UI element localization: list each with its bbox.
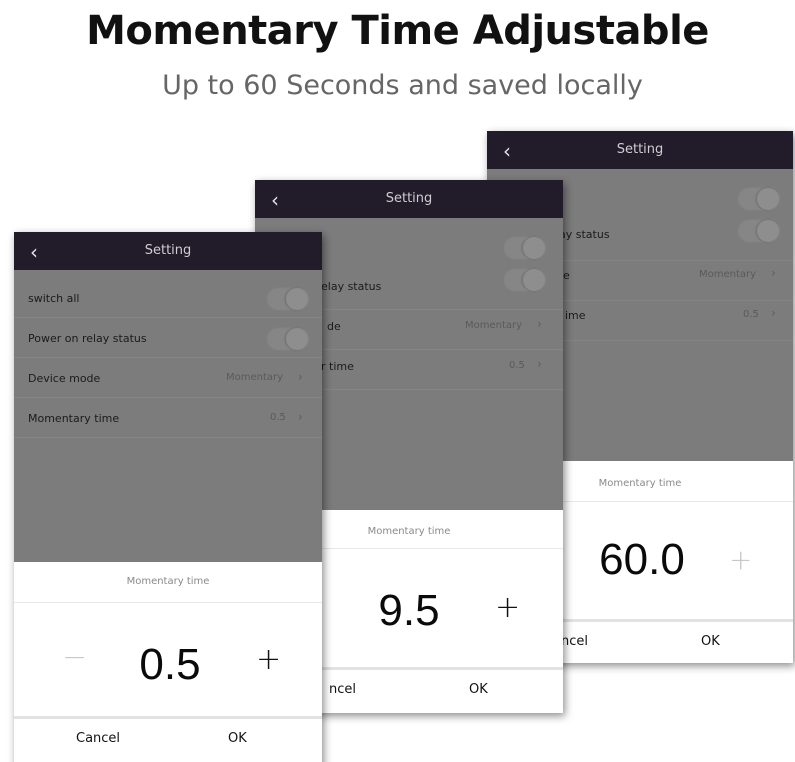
- row-label: ay status: [559, 228, 610, 241]
- minus-icon[interactable]: −: [62, 640, 87, 675]
- switch-all-toggle[interactable]: [503, 236, 547, 260]
- toggle-knob: [523, 269, 545, 291]
- relay-status-toggle[interactable]: [266, 327, 310, 351]
- row-label: switch all: [28, 292, 80, 305]
- switch-all-toggle[interactable]: [737, 187, 781, 211]
- row-label: Momentary time: [28, 412, 120, 425]
- momentary-time-value: 0.5: [509, 360, 525, 371]
- page-title: Setting: [616, 142, 664, 157]
- ok-button[interactable]: OK: [701, 634, 720, 649]
- toggle-knob: [757, 220, 779, 242]
- momentary-time-display: 0.5: [139, 640, 201, 689]
- ok-button[interactable]: OK: [469, 682, 488, 697]
- page-title: Setting: [144, 243, 192, 258]
- switch-all-toggle[interactable]: [266, 287, 310, 311]
- settings-row-switch-all[interactable]: switch all: [14, 278, 322, 318]
- subheadline: Up to 60 Seconds and saved locally: [162, 70, 643, 101]
- relay-status-toggle[interactable]: [503, 268, 547, 292]
- headline: Momentary Time Adjustable: [86, 8, 709, 54]
- cancel-button[interactable]: ncel: [329, 682, 356, 697]
- momentary-time-display: 60.0: [599, 535, 685, 584]
- dimmed-settings-overlay: switch all Power on relay status Device …: [14, 270, 322, 570]
- row-label: ime: [565, 309, 586, 322]
- app-header: ‹ Setting: [255, 180, 563, 218]
- settings-row-momentary-time[interactable]: Momentary time 0.5 ›: [14, 398, 322, 438]
- toggle-knob: [286, 328, 308, 350]
- ok-button[interactable]: OK: [228, 731, 247, 746]
- dialog-divider: [14, 602, 322, 603]
- momentary-time-dialog: Momentary time − 0.5 + Cancel OK: [14, 562, 322, 762]
- relay-status-toggle[interactable]: [737, 219, 781, 243]
- toggle-knob: [286, 288, 308, 310]
- chevron-right-icon: ›: [771, 306, 776, 320]
- row-label: e: [563, 269, 570, 282]
- plus-icon[interactable]: +: [256, 642, 281, 677]
- chevron-right-icon: ›: [771, 266, 776, 280]
- momentary-time-value: 0.5: [270, 412, 286, 423]
- cancel-button[interactable]: ncel: [561, 634, 588, 649]
- row-label: Power on relay status: [28, 332, 147, 345]
- toggle-knob: [757, 188, 779, 210]
- chevron-right-icon: ›: [298, 370, 303, 384]
- chevron-right-icon: ›: [298, 410, 303, 424]
- cancel-button[interactable]: Cancel: [76, 731, 120, 746]
- chevron-right-icon: ›: [537, 317, 542, 331]
- momentary-time-value: 0.5: [743, 309, 759, 320]
- dialog-title: Momentary time: [126, 576, 210, 587]
- toggle-knob: [523, 237, 545, 259]
- app-header: ‹ Setting: [14, 232, 322, 270]
- phone-screen-0-5: ‹ Setting switch all Power on relay stat…: [14, 232, 322, 762]
- row-label: de: [327, 320, 341, 333]
- device-mode-value: Momentary: [226, 372, 284, 383]
- row-label: elay status: [321, 280, 382, 293]
- dialog-button-bar: Cancel OK: [14, 716, 322, 762]
- device-mode-value: Momentary: [699, 269, 757, 280]
- chevron-right-icon: ›: [537, 357, 542, 371]
- plus-icon[interactable]: +: [729, 543, 752, 576]
- device-mode-value: Momentary: [465, 320, 523, 331]
- momentary-time-display: 9.5: [378, 586, 440, 635]
- app-header: ‹ Setting: [487, 131, 793, 169]
- row-label: r time: [321, 360, 354, 373]
- row-label: Device mode: [28, 372, 101, 385]
- settings-row-power-on-relay[interactable]: Power on relay status: [14, 318, 322, 358]
- settings-row-device-mode[interactable]: Device mode Momentary ›: [14, 358, 322, 398]
- plus-icon[interactable]: +: [495, 590, 520, 625]
- page-title: Setting: [385, 191, 433, 206]
